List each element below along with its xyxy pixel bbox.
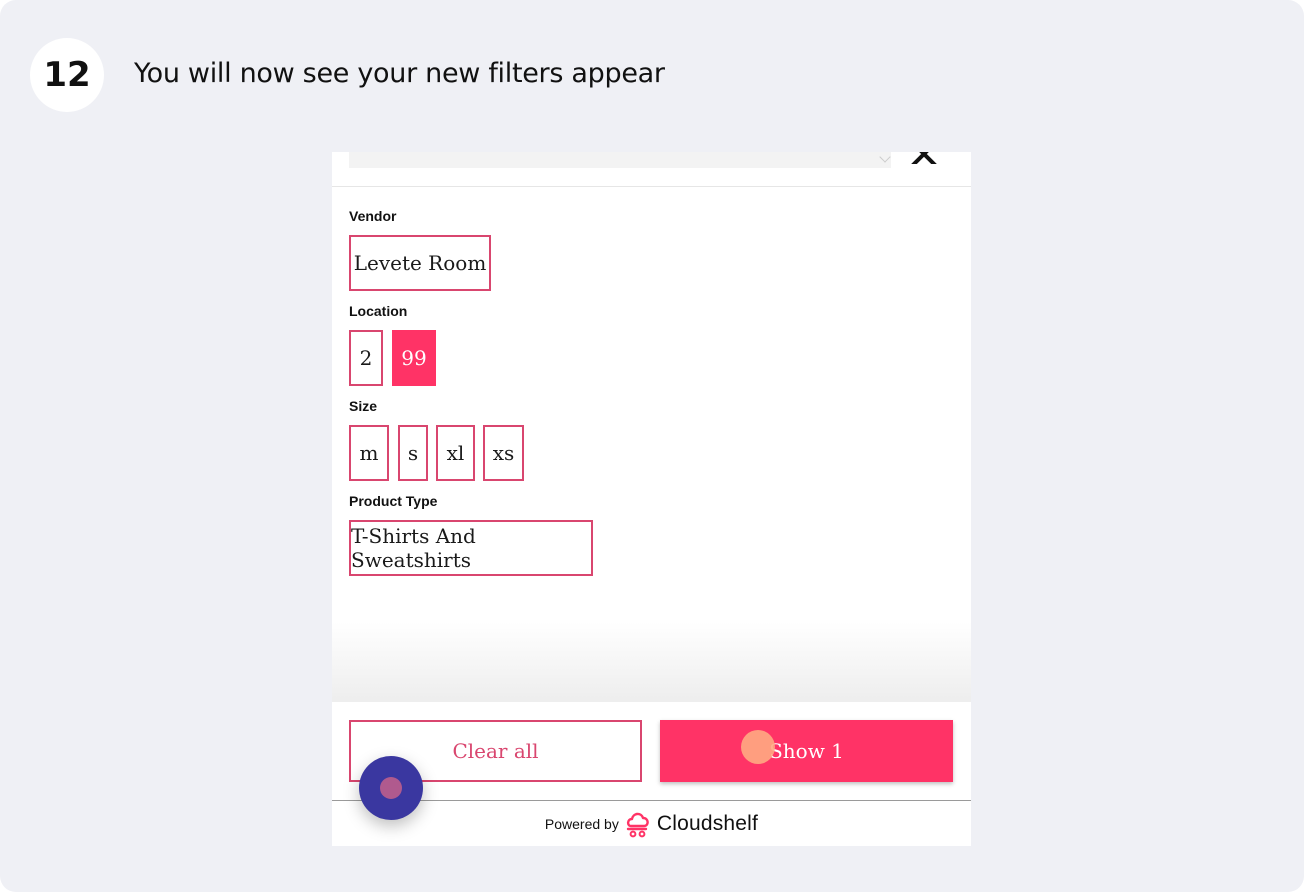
step-number-badge: 12 [30,38,104,112]
close-icon[interactable] [906,152,946,164]
powered-by-text: Powered by [544,815,619,832]
step-title: You will now see your new filters appear [134,58,665,89]
divider [332,186,971,187]
step-frame: 12 You will now see your new filters app… [0,0,1304,892]
product-type-label: Product Type [349,493,438,509]
brand-name: Cloudshelf [656,811,759,835]
filter-chip-location-99[interactable]: 99 [392,330,436,386]
chat-icon [380,777,402,799]
cloudshelf-logo-icon [626,812,649,837]
filter-panel: Vendor Levete Room Location 2 99 Size m … [332,152,971,846]
powered-by-footer: Powered by Cloudshelf [332,801,971,846]
filter-chip-size-xl[interactable]: xl [436,425,475,481]
filter-chip-size-m[interactable]: m [349,425,389,481]
filter-chip-size-xs[interactable]: xs [483,425,524,481]
search-input[interactable] [349,152,891,168]
size-label: Size [349,398,378,414]
scroll-fade [332,622,971,702]
filter-chip-vendor[interactable]: Levete Room [349,235,491,291]
filter-footer: Clear all Show 1 [332,702,971,800]
chat-launcher-button[interactable] [359,756,423,820]
click-indicator [741,730,775,764]
chevron-down-icon [879,152,891,163]
vendor-label: Vendor [349,208,397,224]
filter-chip-size-s[interactable]: s [398,425,428,481]
location-label: Location [349,303,408,319]
filter-chip-product-type[interactable]: T-Shirts And Sweatshirts [349,520,593,576]
filter-chip-location-2[interactable]: 2 [349,330,383,386]
show-results-button[interactable]: Show 1 [660,720,953,782]
